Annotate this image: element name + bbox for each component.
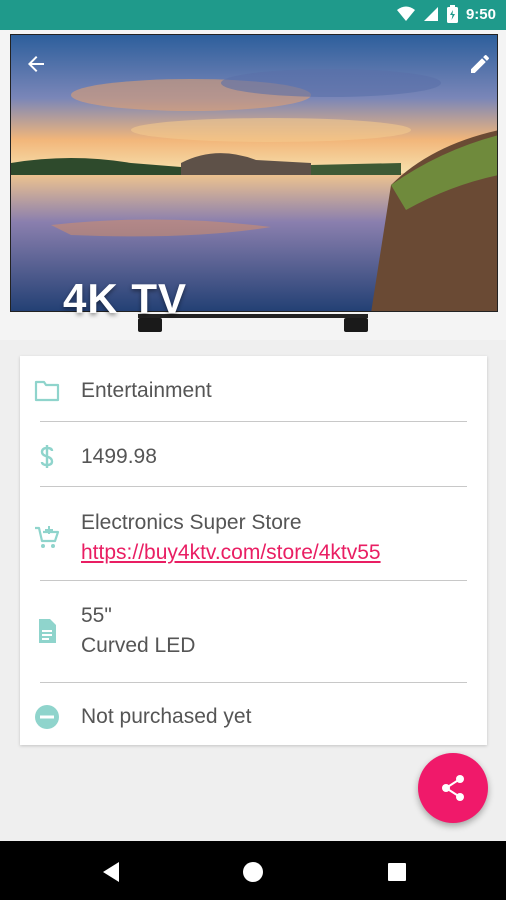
minus-circle-icon <box>35 705 59 729</box>
price-icon-wrap <box>34 444 60 470</box>
recents-square-icon <box>388 863 406 881</box>
status-time: 9:50 <box>465 5 496 23</box>
store-row[interactable]: Electronics Super Store https://buy4ktv.… <box>20 508 487 570</box>
details-card: Entertainment 1499.98 Electronics Super … <box>20 356 487 745</box>
wifi-icon <box>396 6 415 21</box>
nav-back-button[interactable] <box>99 860 123 884</box>
status-icons: 9:50 <box>396 5 496 23</box>
arrow-back-icon <box>28 56 44 72</box>
navigation-bar <box>0 841 506 900</box>
price-value: 1499.98 <box>81 445 157 468</box>
status-row[interactable]: Not purchased yet <box>20 702 487 732</box>
add-shopping-cart-icon <box>35 526 60 548</box>
notes-row[interactable]: 55" Curved LED <box>20 601 487 663</box>
price-row[interactable]: 1499.98 <box>20 442 487 472</box>
home-circle-icon <box>243 862 263 882</box>
dollar-icon <box>40 445 54 468</box>
status-value: Not purchased yet <box>81 705 252 728</box>
hero-title: 4K TV <box>63 275 188 322</box>
store-url-link[interactable]: https://buy4ktv.com/store/4ktv55 <box>81 538 381 568</box>
share-button[interactable] <box>418 753 488 823</box>
pencil-icon <box>471 54 490 73</box>
divider <box>40 421 467 422</box>
status-bar: 9:50 <box>0 0 506 30</box>
notes-icon-wrap <box>34 618 60 644</box>
category-value: Entertainment <box>81 379 212 402</box>
nav-home-button[interactable] <box>241 860 265 884</box>
store-icon-wrap <box>34 525 60 551</box>
edit-button[interactable] <box>466 50 494 78</box>
divider <box>40 580 467 581</box>
divider <box>40 682 467 683</box>
notes-line-1: 55" <box>81 604 112 627</box>
battery-icon <box>446 5 458 23</box>
cellular-signal-icon <box>423 7 438 21</box>
notes-line-2: Curved LED <box>81 634 196 657</box>
landscape-picture <box>11 35 497 311</box>
nav-recents-button[interactable] <box>385 860 409 884</box>
back-button[interactable] <box>22 50 50 78</box>
share-icon <box>442 775 464 801</box>
hero-image: 4K TV <box>0 30 506 340</box>
back-triangle-icon <box>103 862 119 882</box>
category-icon-wrap <box>34 378 60 404</box>
tv-screen-image <box>10 34 498 312</box>
store-name: Electronics Super Store <box>81 511 302 534</box>
divider <box>40 486 467 487</box>
folder-icon <box>34 380 60 402</box>
status-icon-wrap <box>34 704 60 730</box>
category-row[interactable]: Entertainment <box>20 376 487 406</box>
document-icon <box>39 619 56 643</box>
